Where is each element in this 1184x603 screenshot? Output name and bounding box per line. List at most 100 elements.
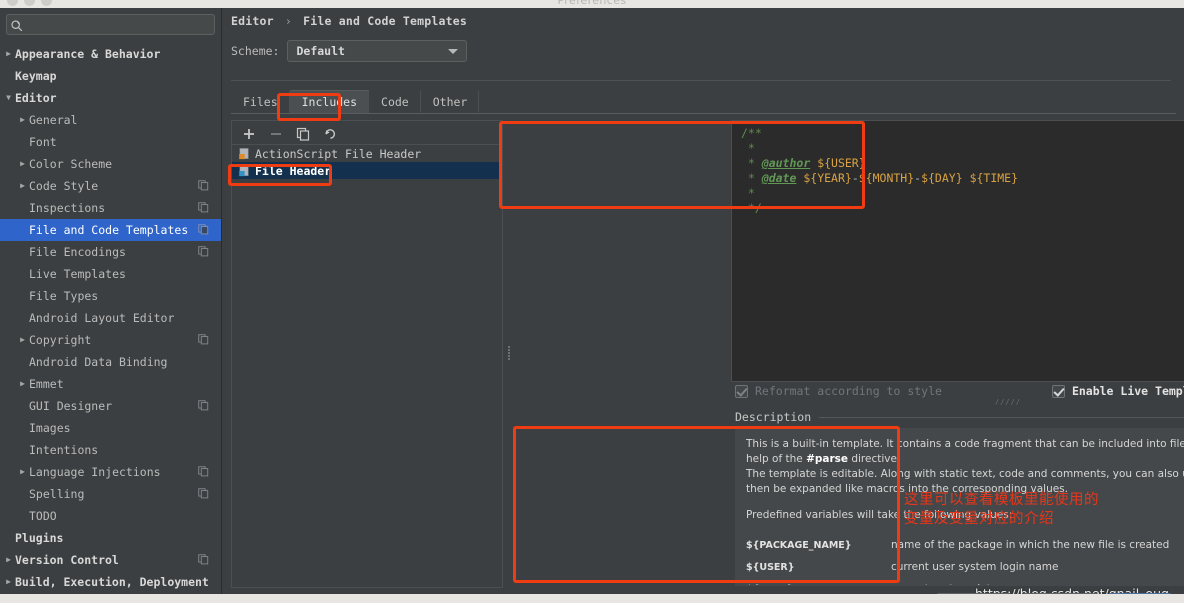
enable-live-templates-checkbox[interactable]: Enable Live Templates (1051, 384, 1184, 398)
pane-splitter[interactable] (506, 120, 512, 588)
template-code-text: /** * * @author ${USER} * @date ${YEAR}-… (732, 121, 1184, 216)
chevron-down-icon[interactable]: ▼ (2, 94, 15, 102)
copy-icon[interactable] (296, 126, 310, 141)
sidebar-item-label: Intentions (29, 443, 99, 457)
sidebar-item-editor[interactable]: ▼ Editor (0, 87, 221, 109)
copy-settings-icon[interactable] (198, 334, 209, 345)
sidebar-item-font[interactable]: Font (0, 131, 221, 153)
code-token-doc: * (741, 156, 762, 170)
sidebar-item-code-style[interactable]: ▶ Code Style (0, 175, 221, 197)
chevron-right-icon[interactable]: ▶ (16, 182, 29, 190)
variable-name: ${PACKAGE_NAME} (746, 539, 852, 551)
sidebar-item-label: Plugins (15, 531, 64, 545)
copy-settings-icon[interactable] (198, 246, 209, 257)
sidebar-item-general[interactable]: ▶ General (0, 109, 221, 131)
search-input[interactable] (29, 15, 212, 34)
code-token-var: ${MONTH} (858, 171, 915, 185)
sidebar-item-language-injections[interactable]: ▶ Language Injections (0, 461, 221, 483)
sidebar-item-version-control[interactable]: ▶ Version Control (0, 549, 221, 571)
sidebar-item-color-scheme[interactable]: ▶ Color Scheme (0, 153, 221, 175)
variable-row: ${DATE}current system date (746, 578, 1184, 586)
sidebar-item-file-types[interactable]: File Types (0, 285, 221, 307)
checkbox-box-icon[interactable] (1051, 384, 1065, 398)
sidebar-item-spelling[interactable]: Spelling (0, 483, 221, 505)
code-line: /** (741, 126, 1184, 141)
settings-search[interactable] (6, 14, 215, 35)
sidebar-item-images[interactable]: Images (0, 417, 221, 439)
search-icon (10, 18, 24, 32)
desc-p1-c: directive. (848, 453, 901, 465)
template-list-toolbar (232, 121, 502, 145)
reformat-label: Reformat according to style (755, 384, 942, 398)
variable-row: ${USER} current user system login name (746, 556, 1184, 578)
scheme-row: Scheme: Default (231, 40, 468, 62)
sidebar-item-build-execution-deployment[interactable]: ▶ Build, Execution, Deployment (0, 571, 221, 593)
sidebar-item-live-templates[interactable]: Live Templates (0, 263, 221, 285)
chevron-down-icon (448, 49, 459, 54)
tab-code[interactable]: Code (369, 90, 421, 113)
breadcrumb-root[interactable]: Editor (231, 14, 274, 28)
copy-settings-icon[interactable] (198, 466, 209, 477)
sidebar-item-plugins[interactable]: Plugins (0, 527, 221, 549)
chevron-right-icon[interactable]: ▶ (2, 578, 15, 586)
live-templates-label: Enable Live Templates (1071, 384, 1184, 398)
tab-other[interactable]: Other (421, 90, 480, 113)
sidebar-item-android-data-binding[interactable]: Android Data Binding (0, 351, 221, 373)
chevron-right-icon[interactable]: ▶ (16, 160, 29, 168)
chevron-right-icon[interactable]: ▶ (2, 50, 15, 58)
list-item[interactable]: File Header (232, 162, 502, 179)
copy-settings-icon[interactable] (198, 400, 209, 411)
copy-settings-icon[interactable] (198, 488, 209, 499)
list-item[interactable]: ActionScript File Header (232, 145, 502, 162)
scheme-dropdown[interactable]: Default (287, 40, 468, 62)
sidebar-item-label: File Encodings (29, 245, 126, 259)
copy-settings-icon[interactable] (198, 554, 209, 565)
sidebar-item-copyright[interactable]: ▶ Copyright (0, 329, 221, 351)
reformat-according-to-style-checkbox[interactable]: Reformat according to style (735, 384, 942, 398)
minus-icon[interactable] (269, 126, 283, 140)
chevron-right-icon[interactable]: ▶ (2, 556, 15, 564)
code-token-doc (963, 171, 970, 185)
variable-name: ${USER} (746, 561, 795, 573)
sidebar-item-file-encodings[interactable]: File Encodings (0, 241, 221, 263)
chevron-right-icon[interactable]: ▶ (16, 116, 29, 124)
tab-includes[interactable]: Includes (289, 90, 370, 113)
sidebar-item-todo[interactable]: TODO (0, 505, 221, 527)
vertical-splitter-grip-icon[interactable]: ///// (995, 398, 1021, 406)
sidebar-item-keymap[interactable]: Keymap (0, 65, 221, 87)
copy-settings-icon[interactable] (198, 202, 209, 213)
plus-icon[interactable] (242, 126, 256, 140)
sidebar-item-label: GUI Designer (29, 399, 113, 413)
sidebar-item-label: Build, Execution, Deployment (15, 575, 209, 589)
copy-settings-icon[interactable] (198, 180, 209, 191)
sidebar-item-label: Inspections (29, 201, 106, 215)
sidebar-item-label: Android Data Binding (29, 355, 168, 369)
sidebar-item-gui-designer[interactable]: GUI Designer (0, 395, 221, 417)
chevron-right-icon[interactable]: ▶ (16, 336, 29, 344)
tab-files[interactable]: Files (231, 90, 290, 113)
sidebar-item-appearance-behavior[interactable]: ▶ Appearance & Behavior (0, 43, 221, 65)
sidebar-item-intentions[interactable]: Intentions (0, 439, 221, 461)
checkbox-box-icon[interactable] (735, 384, 748, 398)
template-list: ActionScript File Header File Header (232, 145, 502, 179)
template-code-editor[interactable]: /** * * @author ${USER} * @date ${YEAR}-… (731, 120, 1184, 382)
chevron-right-icon[interactable]: ▶ (16, 380, 29, 388)
code-line: */ (741, 201, 1184, 216)
sidebar-item-inspections[interactable]: Inspections (0, 197, 221, 219)
code-token-var: ${YEAR} (803, 171, 852, 185)
undo-icon[interactable] (323, 126, 337, 140)
sidebar-item-android-layout-editor[interactable]: Android Layout Editor (0, 307, 221, 329)
splitter-grip-icon[interactable] (507, 345, 511, 365)
sidebar-item-emmet[interactable]: ▶ Emmet (0, 373, 221, 395)
sidebar-item-label: Appearance & Behavior (15, 47, 161, 61)
chevron-right-icon[interactable]: ▶ (16, 468, 29, 476)
copy-settings-icon[interactable] (198, 224, 209, 235)
code-token-doc: /** (741, 126, 762, 140)
breadcrumb-separator-icon: › (284, 14, 292, 28)
sidebar-item-file-and-code-templates[interactable]: File and Code Templates (0, 219, 221, 241)
